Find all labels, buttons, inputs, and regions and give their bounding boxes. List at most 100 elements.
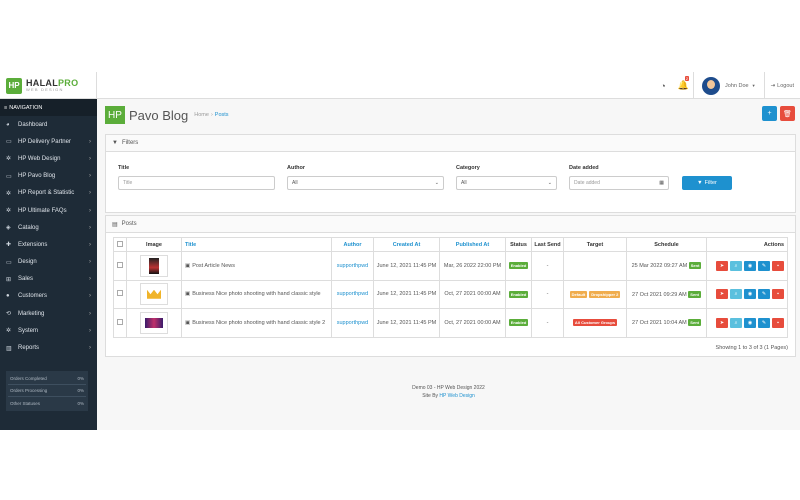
select-all-checkbox[interactable] bbox=[117, 240, 123, 247]
chevron-right-icon: › bbox=[89, 241, 91, 248]
sidebar-item-catalog[interactable]: ◈ Catalog › bbox=[0, 219, 97, 236]
chevron-right-icon: › bbox=[89, 345, 91, 352]
chevron-right-icon: › bbox=[89, 310, 91, 317]
sidebar-item-reports[interactable]: ▥ Reports › bbox=[0, 339, 97, 356]
post-author[interactable]: supporthpwd bbox=[331, 279, 374, 309]
filter-button[interactable]: ▼ Filter bbox=[682, 176, 732, 190]
sidebar-item-sales[interactable]: ⊞ Sales › bbox=[0, 271, 97, 288]
tag-icon: ◈ bbox=[6, 225, 11, 232]
brand-logo[interactable]: HP HALALPRO WEB DESIGN bbox=[0, 72, 97, 99]
chevron-right-icon: › bbox=[89, 207, 91, 214]
col-image: Image bbox=[126, 237, 182, 252]
post-thumbnail bbox=[140, 254, 168, 277]
author-select[interactable]: All ⌄ bbox=[287, 176, 444, 190]
sidebar-item-customers[interactable]: ● Customers › bbox=[0, 288, 97, 305]
preview-send-button[interactable]: ⌕ bbox=[730, 260, 742, 271]
post-title[interactable]: Business Nice photo shooting with hand c… bbox=[192, 320, 325, 326]
sidebar-item-marketing[interactable]: ⟲ Marketing › bbox=[0, 305, 97, 322]
breadcrumb-home[interactable]: Home bbox=[194, 112, 209, 118]
bell-icon[interactable]: 🔔 2 bbox=[673, 72, 693, 99]
send-button[interactable]: ➤ bbox=[716, 317, 728, 328]
sidebar-item-extensions[interactable]: ✚ Extensions › bbox=[0, 236, 97, 253]
main-content: HP Pavo Blog Home › Posts + 🗑 ▼ Filters Tit… bbox=[97, 99, 800, 430]
logout-link[interactable]: ⇥ Logout bbox=[763, 72, 800, 99]
dashboard-icon: ◕ bbox=[6, 121, 10, 128]
row-checkbox[interactable] bbox=[117, 318, 123, 325]
sidebar-item-dashboard[interactable]: ◕ Dashboard bbox=[0, 116, 97, 133]
col-title[interactable]: Title bbox=[181, 237, 332, 252]
sidebar-item-hp-web-design[interactable]: ✲ HP Web Design › bbox=[0, 150, 97, 167]
user-menu[interactable]: John Doe ▼ bbox=[693, 72, 764, 99]
target-cell bbox=[563, 251, 627, 281]
post-created: June 12, 2021 11:45 PM bbox=[373, 308, 440, 338]
post-title[interactable]: Post Article News bbox=[192, 263, 235, 269]
footer-link[interactable]: HP Web Design bbox=[439, 393, 474, 399]
eye-icon: ◉ bbox=[747, 319, 753, 326]
list-icon: ▤ bbox=[112, 221, 118, 228]
sidebar-item-hp-delivery-partner[interactable]: ▭ HP Delivery Partner › bbox=[0, 133, 97, 150]
col-created[interactable]: Created At bbox=[373, 237, 440, 252]
sidebar-item-hp-pavo-blog[interactable]: ▭ HP Pavo Blog › bbox=[0, 168, 97, 185]
calendar-icon[interactable]: ▦ bbox=[659, 180, 664, 186]
delete-button[interactable]: 🗑 bbox=[780, 106, 795, 121]
send-button[interactable]: ➤ bbox=[716, 260, 728, 271]
progress-row: Orders Processing 0% bbox=[8, 385, 86, 397]
preview-send-button[interactable]: ⌕ bbox=[730, 317, 742, 328]
view-button[interactable]: ◉ bbox=[744, 317, 756, 328]
page-title: Pavo Blog bbox=[129, 107, 189, 123]
row-checkbox[interactable] bbox=[117, 261, 123, 268]
progress-row: Other Statuses 0% bbox=[10, 400, 84, 406]
col-published[interactable]: Published At bbox=[439, 237, 506, 252]
edit-button[interactable]: ✎ bbox=[758, 289, 770, 300]
col-author[interactable]: Author bbox=[331, 237, 374, 252]
pencil-icon: ✎ bbox=[761, 319, 767, 326]
table-row: ▣ Business Nice photo shooting with hand … bbox=[113, 308, 788, 338]
col-actions: Actions bbox=[706, 237, 788, 252]
post-schedule: 27 Oct 2021 10:04 AM bbox=[632, 320, 687, 327]
post-author[interactable]: supporthpwd bbox=[331, 308, 374, 338]
gear-icon: ✲ bbox=[6, 328, 12, 335]
chevron-right-icon: › bbox=[89, 155, 91, 162]
sidebar-item-hp-report-statistic[interactable]: ✲ HP Report & Statistic › bbox=[0, 185, 97, 202]
post-title[interactable]: Business Nice photo shooting with hand c… bbox=[192, 291, 320, 297]
sidebar-item-hp-ultimate-faqs[interactable]: ✲ HP Ultimate FAQs › bbox=[0, 202, 97, 219]
trash-icon: 🗑 bbox=[783, 110, 792, 118]
delete-row-button[interactable]: ▪ bbox=[772, 260, 784, 271]
col-target: Target bbox=[563, 237, 627, 252]
sidebar-item-system[interactable]: ✲ System › bbox=[0, 322, 97, 339]
delete-row-button[interactable]: ▪ bbox=[772, 289, 784, 300]
sidebar-item-label: Marketing bbox=[18, 310, 45, 317]
target-cell: All Customer Groups bbox=[563, 308, 627, 338]
add-post-button[interactable]: + bbox=[762, 106, 777, 121]
sidebar-item-label: HP Pavo Blog bbox=[18, 173, 56, 180]
target-badge: All Customer Groups bbox=[572, 319, 618, 327]
title-input[interactable]: Title bbox=[118, 176, 275, 190]
filter-icon: ▼ bbox=[697, 180, 703, 186]
post-schedule: 25 Mar 2022 09:27 AM bbox=[631, 263, 688, 270]
trash-icon: ▪ bbox=[777, 291, 779, 298]
paper-plane-icon: ➤ bbox=[719, 291, 725, 298]
post-created: June 12, 2021 11:45 PM bbox=[373, 279, 440, 309]
progress-row: Orders Completed 0% bbox=[8, 373, 86, 385]
preview-send-button[interactable]: ⌕ bbox=[730, 289, 742, 300]
send-button[interactable]: ➤ bbox=[716, 289, 728, 300]
date-input[interactable]: Date added ▦ bbox=[569, 176, 669, 190]
plus-icon: + bbox=[767, 110, 772, 117]
chevron-right-icon: › bbox=[89, 224, 91, 231]
delete-row-button[interactable]: ▪ bbox=[772, 317, 784, 328]
row-checkbox[interactable] bbox=[117, 290, 123, 297]
breadcrumb-current[interactable]: Posts bbox=[215, 112, 229, 118]
category-select[interactable]: All ⌄ bbox=[456, 176, 557, 190]
view-button[interactable]: ◉ bbox=[744, 260, 756, 271]
filter-icon: ▼ bbox=[112, 140, 118, 146]
image-icon: ▣ bbox=[185, 262, 191, 269]
view-button[interactable]: ◉ bbox=[744, 289, 756, 300]
cogs-icon: ✲ bbox=[6, 208, 12, 215]
sidebar-item-label: Dashboard bbox=[18, 121, 48, 128]
edit-button[interactable]: ✎ bbox=[758, 260, 770, 271]
help-icon[interactable]: ◔ bbox=[653, 72, 673, 99]
edit-button[interactable]: ✎ bbox=[758, 317, 770, 328]
share-icon: ⟲ bbox=[6, 311, 12, 318]
sidebar-item-design[interactable]: ▭ Design › bbox=[0, 254, 97, 271]
post-author[interactable]: supporthpwd bbox=[331, 251, 374, 281]
